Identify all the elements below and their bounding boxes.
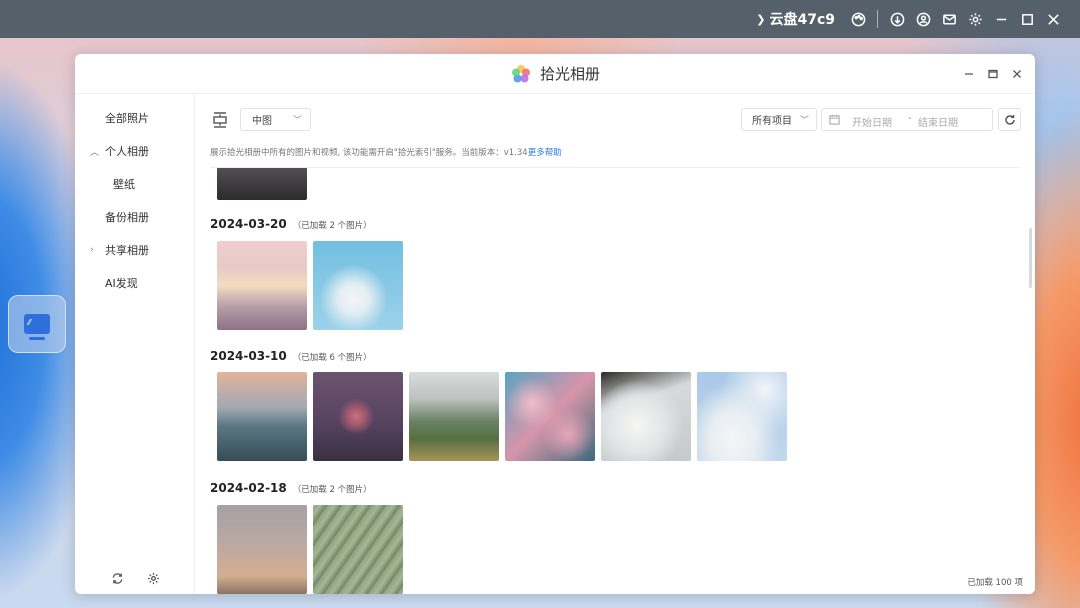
chevron-down-icon: ﹀ <box>292 116 302 126</box>
gear-icon <box>147 572 159 584</box>
group-count: （已加载 2 个图片） <box>292 485 372 495</box>
sidebar-item-backup-albums[interactable]: 备份相册 <box>75 206 195 228</box>
window-title: 拾光相册 <box>539 65 600 83</box>
photo-thumbnail[interactable] <box>217 372 307 461</box>
hint-text: 展示拾光相册中所有的图片和视频, 该功能需开启"拾光索引"服务。当前版本：v1.… <box>210 148 528 158</box>
update-icon[interactable] <box>884 6 910 32</box>
thumbnail-size-select[interactable]: 中图 ﹀ <box>240 108 311 131</box>
sidebar-item-personal-albums[interactable]: ︿ 个人相册 <box>75 140 195 162</box>
sidebar-item-label: 个人相册 <box>105 145 149 158</box>
sidebar: 全部照片 ︿ 个人相册 壁纸 备份相册 › 共享相册 AI发现 <box>75 94 195 594</box>
refresh-button[interactable] <box>998 108 1021 131</box>
thumbnail-size-value: 中图 <box>252 116 272 127</box>
window-titlebar: 拾光相册 <box>75 54 1035 94</box>
toolbar: 中图 ﹀ 所有项目 ﹀ 开始日期 - 结束日期 <box>196 94 1035 144</box>
photo-thumbnail[interactable] <box>313 372 403 461</box>
user-icon[interactable] <box>910 6 936 32</box>
photo-thumbnail[interactable] <box>601 372 691 461</box>
settings-button[interactable] <box>143 568 163 588</box>
group-date: 2024-03-20 <box>210 217 287 231</box>
group-date: 2024-03-10 <box>210 349 287 363</box>
sync-icon <box>112 572 122 584</box>
app-window: 拾光相册 全部照片 ︿ 个人相册 壁纸 备份相册 › 共享相册 AI发现 中图 … <box>75 54 1035 594</box>
divider <box>877 10 878 28</box>
info-hint: 展示拾光相册中所有的图片和视频, 该功能需开启"拾光索引"服务。当前版本：v1.… <box>210 146 562 158</box>
sidebar-item-wallpaper[interactable]: 壁纸 <box>75 173 195 195</box>
photo-thumbnail[interactable] <box>217 168 307 200</box>
more-help-link[interactable]: 更多帮助 <box>528 148 562 158</box>
item-filter-select[interactable]: 所有项目 ﹀ <box>741 108 817 131</box>
calendar-icon <box>829 114 841 126</box>
sidebar-item-label: 壁纸 <box>113 178 135 191</box>
monitor-icon: ⁄⁄ <box>24 314 50 340</box>
date-group-header: 2024-03-10 （已加载 6 个图片） <box>210 349 372 363</box>
date-separator: - <box>908 113 912 124</box>
gear-icon[interactable] <box>962 6 988 32</box>
account-menu[interactable]: ❯ 云盘47c9 <box>756 9 835 29</box>
maximize-icon[interactable] <box>1014 6 1040 32</box>
mail-icon[interactable] <box>936 6 962 32</box>
close-icon[interactable] <box>1040 6 1066 32</box>
group-count: （已加载 2 个图片） <box>292 221 372 231</box>
photo-thumbnail[interactable] <box>409 372 499 461</box>
sidebar-footer <box>75 568 195 588</box>
scrollbar[interactable] <box>1029 228 1032 288</box>
sync-button[interactable] <box>107 568 127 588</box>
minimize-icon <box>965 73 973 75</box>
item-filter-value: 所有项目 <box>752 116 792 127</box>
app-logo-icon <box>511 64 530 82</box>
sidebar-item-all-photos[interactable]: 全部照片 <box>75 107 195 129</box>
group-count: （已加载 6 个图片） <box>292 353 372 363</box>
chevron-right-icon[interactable]: › <box>90 245 94 255</box>
photo-thumbnail[interactable] <box>313 505 403 594</box>
sidebar-item-label: 全部照片 <box>105 112 149 125</box>
window-controls <box>959 64 1027 84</box>
sidebar-item-label: AI发现 <box>105 277 138 290</box>
sidebar-item-shared-albums[interactable]: › 共享相册 <box>75 239 195 261</box>
photo-thumbnail[interactable] <box>697 372 787 461</box>
group-date: 2024-02-18 <box>210 481 287 495</box>
window-close-button[interactable] <box>1007 64 1027 84</box>
account-name: 云盘47c9 <box>769 12 835 28</box>
photo-thumbnail[interactable] <box>217 241 307 330</box>
photo-gallery: 2024-03-20 （已加载 2 个图片） 2024-03-10 （已加载 6… <box>196 168 1035 594</box>
date-range-picker[interactable]: 开始日期 - 结束日期 <box>821 108 993 131</box>
system-bar: ❯ 云盘47c9 <box>0 0 1080 38</box>
desktop-app-icon[interactable]: ⁄⁄ <box>8 295 66 353</box>
maximize-icon <box>988 69 998 79</box>
loaded-count: 已加载 100 项 <box>967 578 1023 588</box>
sidebar-item-label: 共享相册 <box>105 244 149 257</box>
end-date-input[interactable]: 结束日期 <box>918 114 958 129</box>
refresh-icon <box>1004 114 1015 125</box>
window-maximize-button[interactable] <box>983 64 1003 84</box>
fit-view-icon[interactable] <box>210 110 230 130</box>
photo-thumbnail[interactable] <box>313 241 403 330</box>
photo-thumbnail[interactable] <box>217 505 307 594</box>
palette-icon[interactable] <box>845 6 871 32</box>
close-icon <box>1013 70 1021 78</box>
chevron-down-icon: ﹀ <box>799 116 809 126</box>
main-content: 中图 ﹀ 所有项目 ﹀ 开始日期 - 结束日期 展示拾光相册中所有的图片和视频,… <box>196 94 1035 594</box>
sidebar-item-ai-discover[interactable]: AI发现 <box>75 272 195 294</box>
window-minimize-button[interactable] <box>959 64 979 84</box>
chevron-down-icon: ❯ <box>756 12 766 26</box>
minimize-icon[interactable] <box>988 6 1014 32</box>
photo-thumbnail[interactable] <box>505 372 595 461</box>
sidebar-item-label: 备份相册 <box>105 211 149 224</box>
chevron-up-icon[interactable]: ︿ <box>90 145 99 158</box>
start-date-input[interactable]: 开始日期 <box>852 114 892 129</box>
date-group-header: 2024-03-20 （已加载 2 个图片） <box>210 217 372 231</box>
date-group-header: 2024-02-18 （已加载 2 个图片） <box>210 481 372 495</box>
